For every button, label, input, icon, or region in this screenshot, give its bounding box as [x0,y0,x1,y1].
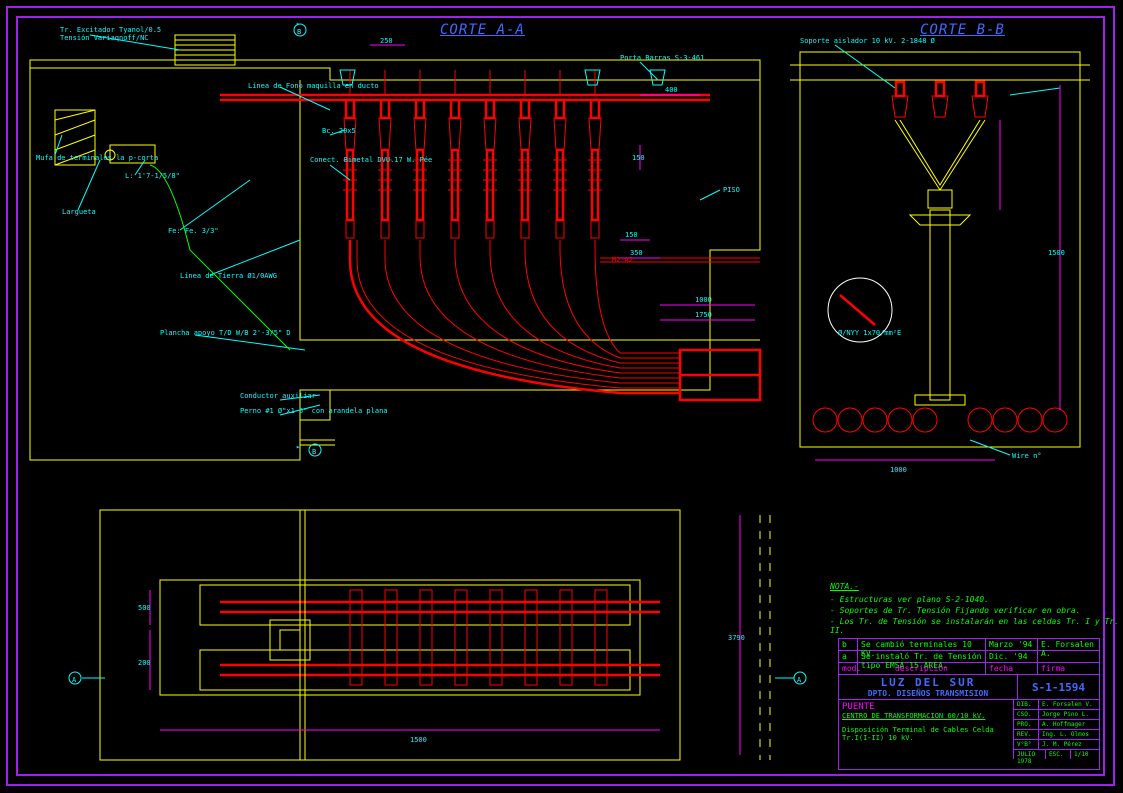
notes-line-3: - Los Tr. de Tensión se instalarán en la… [830,617,1123,635]
svg-text:200: 200 [138,659,151,667]
svg-text:400: 400 [665,86,678,94]
svg-text:Soporte aislador 10 kV. 2-1848: Soporte aislador 10 kV. 2-1848 Ø [800,37,936,45]
project-desc: Disposición Terminal de Cables Celda Tr.… [842,726,1010,742]
notes-block: NOTA.- - Estructuras ver plano S-2-1040.… [830,582,1123,637]
svg-text:Plancha apoyo T/D W/B 2'-3/5": Plancha apoyo T/D W/B 2'-3/5" D [160,329,291,337]
title-block: b Se cambió terminales 10 KV. Marzo '94 … [838,638,1100,770]
insulator-8 [588,100,602,238]
svg-text:150: 150 [625,231,638,239]
insulator-3 [413,100,427,238]
insulator-6 [518,100,532,238]
rev-b-sign: E. Forsalen A. [1038,639,1099,650]
insulator-4 [448,100,462,238]
dept-name: DPTO. DISEÑOS TRANSMISION [842,689,1014,698]
svg-text:Conductor auxiliar: Conductor auxiliar [240,392,316,400]
svg-text:Línea de Tierra Ø1/0AWG: Línea de Tierra Ø1/0AWG [180,272,277,280]
svg-text:Fe: Fe. 3/3": Fe: Fe. 3/3" [168,227,219,235]
svg-text:Línea de Fono maquilla en duct: Línea de Fono maquilla en ducto [248,82,379,90]
rev-a-date: Dic. '94 [986,651,1038,662]
svg-text:B: B [312,448,316,456]
hdr-desc: descripción [858,663,986,674]
insulator-7 [553,100,567,238]
svg-text:3790: 3790 [728,634,745,642]
svg-text:1000: 1000 [695,296,712,304]
svg-text:Largueta: Largueta [62,208,96,216]
drawing-number: S-1-1594 [1018,675,1099,699]
svg-text:Conect. Bimetal DVU.17 W. Pée: Conect. Bimetal DVU.17 W. Pée [310,156,432,164]
svg-text:500: 500 [138,604,151,612]
svg-text:250: 250 [380,37,393,45]
insulator-array [343,100,357,238]
cable-circles [813,408,1067,432]
svg-text:Mufa de terminales la p-corta: Mufa de terminales la p-corta [36,154,158,162]
svg-text:Tr. Excitador Tyanol/0.5: Tr. Excitador Tyanol/0.5 [60,26,161,34]
insulator-2 [378,100,392,238]
hdr-firma: firma [1038,663,1099,674]
svg-text:A: A [72,676,77,684]
svg-text:1750: 1750 [695,311,712,319]
notes-line-2: - Soportes de Tr. Tensión Fijando verifi… [830,606,1123,615]
svg-text:Porta Barras S-3-461: Porta Barras S-3-461 [620,54,704,62]
svg-text:1500: 1500 [410,736,427,744]
svg-text:M2-A2: M2-A2 [612,256,633,264]
rev-a-sign [1038,651,1099,662]
svg-text:1500: 1500 [1048,249,1065,257]
svg-text:L: 1'7-1/5/8": L: 1'7-1/5/8" [125,172,180,180]
insulator-5 [483,100,497,238]
svg-text:Tensión Variaqnoff/NC: Tensión Variaqnoff/NC [60,34,149,42]
svg-text:150: 150 [632,154,645,162]
svg-text:B: B [297,28,301,36]
hdr-mod: mod. [839,663,858,674]
svg-text:Perno #1 Ø"x1-5" con arandela: Perno #1 Ø"x1-5" con arandela plana [240,407,388,415]
project-name: PUENTE [842,702,1010,712]
svg-text:Ø/NYY 1x70/mm²E: Ø/NYY 1x70/mm²E [838,329,901,337]
plan-view: 1500 500 200 3790 [100,510,770,760]
notes-line-1: - Estructuras ver plano S-2-1040. [830,595,1123,604]
svg-text:Wire n°: Wire n° [1012,452,1042,460]
rev-a: a [839,651,858,662]
svg-text:PISO: PISO [723,186,740,194]
svg-text:▸: ▸ [296,443,300,451]
hdr-fecha: fecha [986,663,1038,674]
rev-a-desc: Se instaló Tr. de Tensión tipo EMSA 15 A… [858,651,986,662]
rev-b: b [839,639,858,650]
section-b: Ø/NYY 1x70/mm²E Soporte aislador 10 kV. … [790,37,1090,474]
notes-title: NOTA.- [830,582,1123,591]
svg-text:Bc. 20x5: Bc. 20x5 [322,127,356,135]
project-subtitle: CENTRO DE TRANSFORMACION 60/10 kV. [842,712,1010,720]
svg-text:A: A [797,676,802,684]
rev-b-date: Marzo '94 [986,639,1038,650]
rev-b-desc: Se cambió terminales 10 KV. [858,639,986,650]
svg-text:1000: 1000 [890,466,907,474]
company-name: LUZ DEL SUR [842,676,1014,689]
